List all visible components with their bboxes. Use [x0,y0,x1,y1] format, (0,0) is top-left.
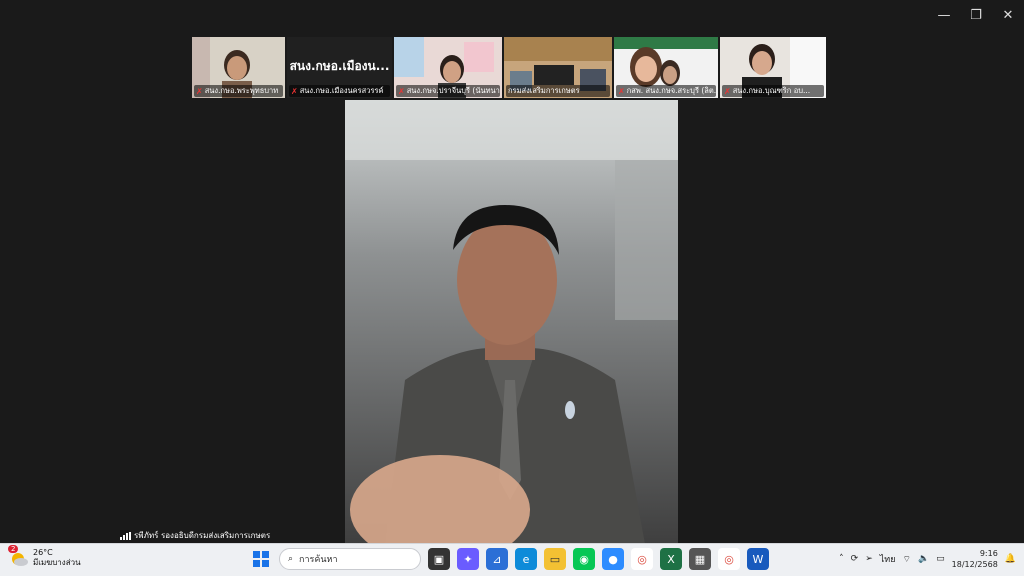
send-icon[interactable]: ➢ [865,554,873,564]
clock-time: 9:16 [979,549,998,558]
chrome-profile-icon[interactable]: ◎ [718,548,740,570]
participant-label: กรมส่งเสริมการเกษตร [506,85,610,97]
speaker-video-frame [345,100,678,544]
participant-tile[interactable]: ✗ สนง.กษอ.พระพุทธบาท [192,37,285,98]
restore-icon[interactable]: ❐ [960,0,992,30]
weather-icon: 2 [8,545,28,567]
edge-icon[interactable]: e [515,548,537,570]
participant-tile[interactable]: กรมส่งเสริมการเกษตร [504,37,612,98]
system-tray: ˄ ⟳ ➢ ไทย ⌔ 🔈 ▭ 9:16 18/12/2568 🔔 [839,548,1016,570]
clock[interactable]: 9:16 18/12/2568 [952,548,998,570]
close-icon[interactable]: ✕ [992,0,1024,30]
participant-tile[interactable]: ✗ กสพ. สนง.กษจ.สระบุรี (ลิต... [614,37,718,98]
chevron-up-icon[interactable]: ˄ [839,554,844,564]
muted-mic-icon: ✗ [398,86,405,96]
copilot-icon[interactable]: ✦ [457,548,479,570]
input-language[interactable]: ไทย [880,552,896,566]
speaker-name-label: รพีภัทร์ รองอธิบดีกรมส่งเสริมการเกษตร [120,529,270,542]
sync-icon[interactable]: ⟳ [851,554,859,564]
active-speaker-video[interactable] [345,100,678,544]
participant-tile[interactable]: สนง.กษอ.เมืองน... ✗ สนง.กษอ.เมืองนครสวรรค… [287,37,392,98]
excel-icon[interactable]: X [660,548,682,570]
task-view-icon[interactable]: ▣ [428,548,450,570]
participant-tile[interactable]: ✗ สนง.กษจ.ปราจีนบุรี (นันทนา... [394,37,502,98]
taskbar-apps: ⌕ การค้นหา ▣ ✦ ⊿ e ▭ ◉ ● ◎ X ▦ ◎ W [250,548,769,570]
participant-label: ✗ สนง.กษอ.พระพุทธบาท [194,85,283,97]
muted-mic-icon: ✗ [291,86,298,96]
participant-name: สนง.กษอ.เมืองน... [289,59,390,73]
minimize-icon[interactable]: — [928,0,960,30]
weather-desc: มีเมฆบางส่วน [33,558,81,567]
participant-label: ✗ กสพ. สนง.กษจ.สระบุรี (ลิต... [616,85,716,97]
participant-tile[interactable]: ✗ สนง.กษอ.บุณฑริก อบ... [720,37,826,98]
wifi-icon[interactable]: ⌔ [902,554,910,565]
muted-mic-icon: ✗ [196,86,203,96]
clock-date: 18/12/2568 [951,560,998,569]
participant-label: ✗ สนง.กษจ.ปราจีนบุรี (นันทนา... [396,85,500,97]
taskbar-search[interactable]: ⌕ การค้นหา [279,548,421,570]
participant-label: ✗ สนง.กษอ.บุณฑริก อบ... [722,85,824,97]
search-icon: ⌕ [288,554,294,564]
windows-start-icon[interactable] [250,548,272,570]
file-explorer-icon[interactable]: ▭ [544,548,566,570]
window-controls: — ❐ ✕ [928,0,1024,30]
signal-strength-icon [120,531,131,540]
weather-temp: 26°C [33,548,53,557]
battery-icon[interactable]: ▭ [936,554,945,564]
taskbar: 2 26°C มีเมฆบางส่วน ⌕ การค้นหา ▣ ✦ ⊿ e ▭… [0,543,1024,576]
muted-mic-icon: ✗ [724,86,731,96]
word-icon[interactable]: W [747,548,769,570]
calculator-icon[interactable]: ▦ [689,548,711,570]
participant-label: ✗ สนง.กษอ.เมืองนครสวรรค์ [289,85,390,97]
store-icon[interactable]: ⊿ [486,548,508,570]
chrome-icon[interactable]: ◎ [631,548,653,570]
volume-icon[interactable]: 🔈 [918,554,929,564]
line-icon[interactable]: ◉ [573,548,595,570]
muted-mic-icon: ✗ [618,86,625,96]
zoom-icon[interactable]: ● [602,548,624,570]
notification-icon[interactable]: 🔔 [1005,554,1016,564]
weather-widget[interactable]: 2 26°C มีเมฆบางส่วน [8,545,81,568]
participant-gallery: ✗ สนง.กษอ.พระพุทธบาท สนง.กษอ.เมืองน... ✗ ส… [192,37,826,98]
